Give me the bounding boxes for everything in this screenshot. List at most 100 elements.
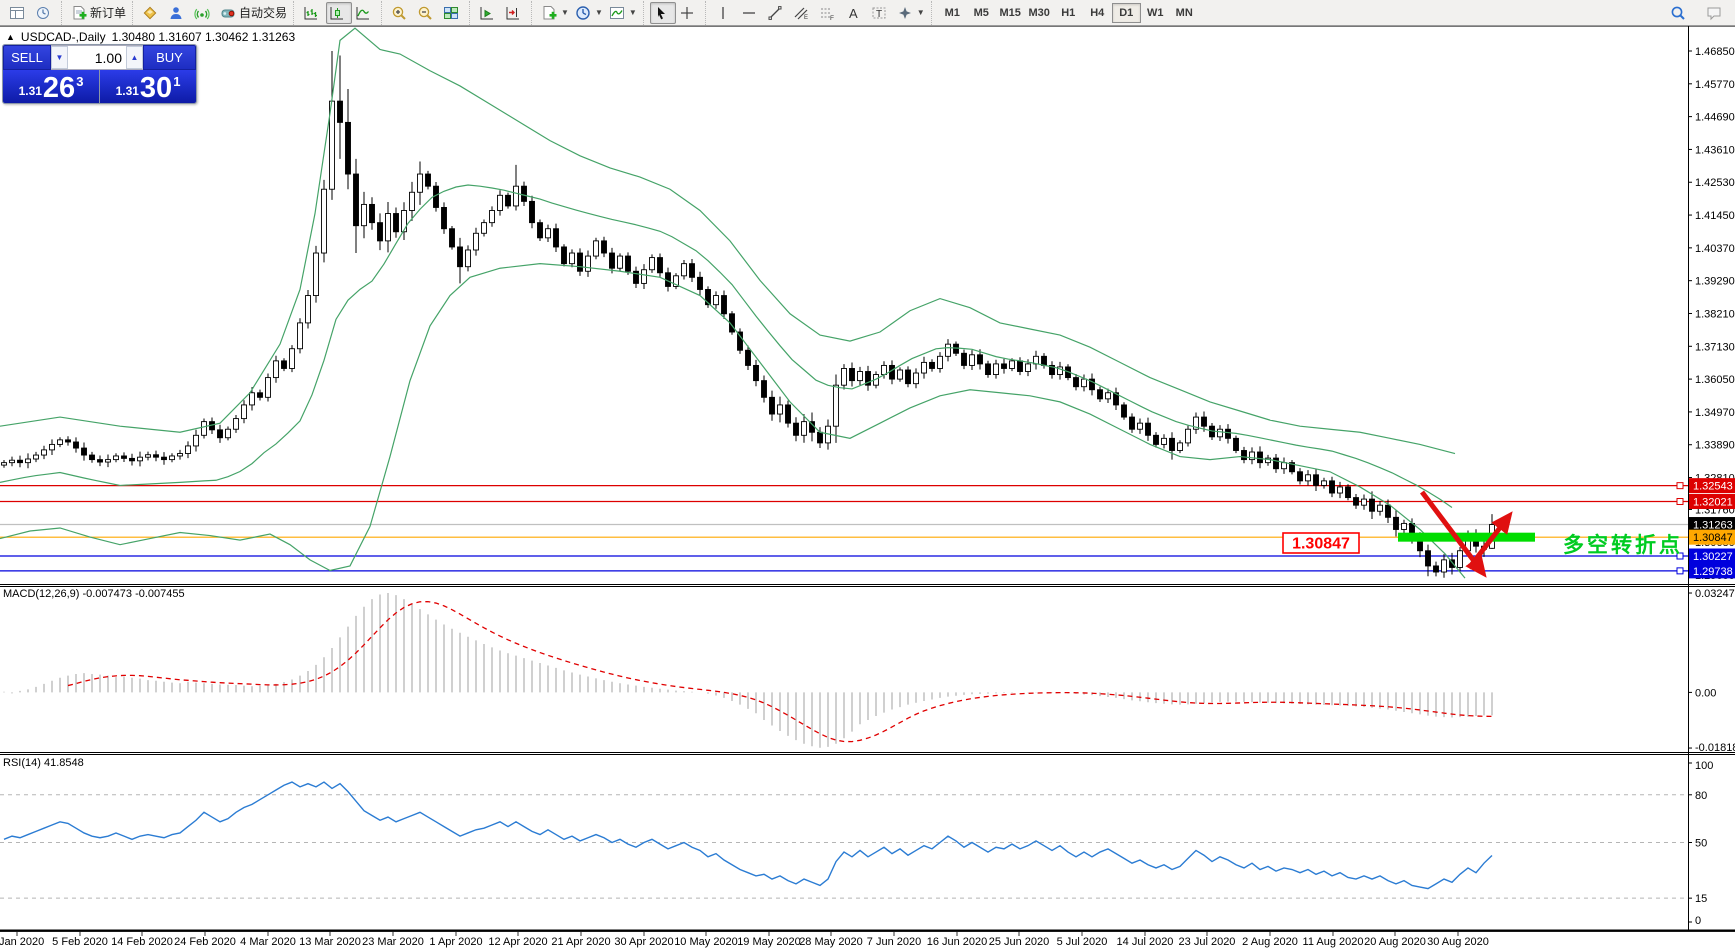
toolbar-button-chat[interactable] — [1703, 2, 1729, 24]
timeframe-button-d1[interactable]: D1 — [1112, 3, 1141, 23]
toolbar-button-period-clock[interactable]: ▼ — [572, 2, 606, 24]
buy-price-box[interactable]: 1.31 30 1 — [100, 70, 196, 103]
support-highlight-bar — [1398, 533, 1535, 542]
level-end-marker — [1677, 499, 1683, 505]
toolbar-button-tile-windows[interactable] — [440, 2, 466, 24]
date-label: 14 Feb 2020 — [111, 936, 173, 948]
workspace-icon — [9, 5, 25, 21]
svg-text:T: T — [876, 9, 882, 20]
turning-point-label: 多空转折点 — [1563, 533, 1683, 557]
toolbar-button-label: 自动交易 — [239, 4, 287, 21]
timeframe-button-m30[interactable]: M30 — [1025, 3, 1054, 23]
toolbar-button-history-center[interactable] — [32, 2, 58, 24]
sell-price-big: 26 — [43, 75, 75, 101]
toolbar-button-candle-chart[interactable] — [326, 2, 352, 24]
toolbar-button-new-chart[interactable]: ▼ — [538, 2, 572, 24]
toolbar-button-horizontal-line[interactable] — [738, 2, 764, 24]
symbol-bar: ▲ USDCAD-,Daily 1.30480 1.31607 1.30462 … — [6, 30, 295, 44]
toolbar-button-vertical-line[interactable] — [712, 2, 738, 24]
text-label-icon: T — [871, 5, 887, 21]
rsi-label: RSI(14) 41.8548 — [3, 757, 84, 769]
toolbar-button-community[interactable] — [165, 2, 191, 24]
svg-text:80: 80 — [1695, 790, 1707, 802]
svg-text:1.40370: 1.40370 — [1695, 243, 1735, 255]
date-label: 12 Apr 2020 — [488, 936, 547, 948]
volume-increase-button[interactable]: ▲ — [126, 46, 143, 69]
time-axis: 7 Jan 20205 Feb 202014 Feb 202024 Feb 20… — [0, 932, 1489, 948]
toolbar-button-text-label[interactable]: T — [868, 2, 894, 24]
timeframe-button-h4[interactable]: H4 — [1083, 3, 1112, 23]
toolbar-button-line-chart[interactable] — [352, 2, 378, 24]
date-label: 2 Aug 2020 — [1242, 936, 1298, 948]
toolbar-button-cursor[interactable] — [650, 2, 676, 24]
toolbar-button-fibonacci[interactable]: F — [816, 2, 842, 24]
timeframe-button-m15[interactable]: M15 — [996, 3, 1025, 23]
arrows-icon — [897, 5, 913, 21]
chart-canvas[interactable]: 1.468501.457701.446901.436101.425301.414… — [0, 0, 1735, 949]
price-badge-text: 1.32543 — [1693, 481, 1733, 493]
timeframe-button-m1[interactable]: M1 — [938, 3, 967, 23]
toolbar-button-crosshair[interactable] — [676, 2, 702, 24]
toolbar-button-signals[interactable] — [191, 2, 217, 24]
toolbar-button-trendline[interactable] — [764, 2, 790, 24]
cursor-icon — [653, 5, 669, 21]
toolbar-button-equidistant-channel[interactable]: E — [790, 2, 816, 24]
date-label: 1 Apr 2020 — [429, 936, 482, 948]
toolbar-group-chart-type — [293, 1, 381, 25]
toolbar-button-workspace[interactable] — [6, 2, 32, 24]
sell-price-box[interactable]: 1.31 26 3 — [3, 70, 100, 103]
date-label: 4 Mar 2020 — [240, 936, 296, 948]
toolbar-button-new-order[interactable]: 新订单 — [68, 2, 129, 24]
toolbar-button-search[interactable] — [1667, 2, 1693, 24]
toolbar-button-bar-chart[interactable] — [300, 2, 326, 24]
date-label: 30 Apr 2020 — [614, 936, 673, 948]
volume-input[interactable]: 1.00 — [68, 46, 126, 69]
macd-label: MACD(12,26,9) -0.007473 -0.007455 — [3, 588, 185, 600]
svg-text:50: 50 — [1695, 838, 1707, 850]
toolbar-button-text[interactable]: A — [842, 2, 868, 24]
svg-text:100: 100 — [1695, 760, 1713, 772]
timeframe-button-m5[interactable]: M5 — [967, 3, 996, 23]
buy-price-prefix: 1.31 — [116, 84, 139, 98]
date-label: 13 Mar 2020 — [299, 936, 361, 948]
date-label: 21 Apr 2020 — [551, 936, 610, 948]
chart-shift-icon — [505, 5, 521, 21]
toolbar-group-scroll — [469, 1, 531, 25]
sell-button[interactable]: SELL — [3, 45, 51, 70]
date-label: 25 Jun 2020 — [989, 936, 1050, 948]
toolbar-button-market[interactable] — [139, 2, 165, 24]
signals-icon — [194, 5, 210, 21]
sell-price-prefix: 1.31 — [19, 84, 42, 98]
date-label: 5 Jul 2020 — [1057, 936, 1108, 948]
buy-button[interactable]: BUY — [143, 45, 196, 70]
crosshair-icon — [679, 5, 695, 21]
svg-text:A: A — [849, 6, 858, 21]
timeframe-button-h1[interactable]: H1 — [1054, 3, 1083, 23]
toolbar-button-indicator-list[interactable]: ▼ — [606, 2, 640, 24]
date-label: 7 Jun 2020 — [867, 936, 921, 948]
toolbar-button-zoom-in[interactable] — [388, 2, 414, 24]
level-end-marker — [1677, 483, 1683, 489]
svg-text:1.45770: 1.45770 — [1695, 79, 1735, 91]
new-order-icon — [71, 5, 87, 21]
price-badge-text: 1.32021 — [1693, 497, 1733, 509]
volume-decrease-button[interactable]: ▼ — [51, 46, 68, 69]
svg-text:F: F — [830, 15, 834, 21]
main-toolbar: 新订单自动交易▼▼▼EFAT▼M1M5M15M30H1H4D1W1MN — [0, 0, 1735, 26]
toolbar-button-chart-shift[interactable] — [502, 2, 528, 24]
toolbar-group-timeframes: M1M5M15M30H1H4D1W1MN — [931, 1, 1202, 25]
collapse-icon[interactable]: ▲ — [6, 32, 15, 42]
toolbar-button-arrows[interactable]: ▼ — [894, 2, 928, 24]
timeframe-button-mn[interactable]: MN — [1170, 3, 1199, 23]
toolbar-button-label: 新订单 — [90, 4, 126, 21]
date-label: 20 Aug 2020 — [1364, 936, 1426, 948]
toolbar-button-autotrading[interactable]: 自动交易 — [217, 2, 290, 24]
timeframe-button-w1[interactable]: W1 — [1141, 3, 1170, 23]
zoom-out-icon — [417, 5, 433, 21]
chat-icon — [1706, 5, 1722, 21]
svg-text:E: E — [804, 15, 808, 21]
line-chart-icon — [355, 5, 371, 21]
toolbar-button-auto-scroll[interactable] — [476, 2, 502, 24]
toolbar-button-zoom-out[interactable] — [414, 2, 440, 24]
equidistant-channel-icon: E — [793, 5, 809, 21]
